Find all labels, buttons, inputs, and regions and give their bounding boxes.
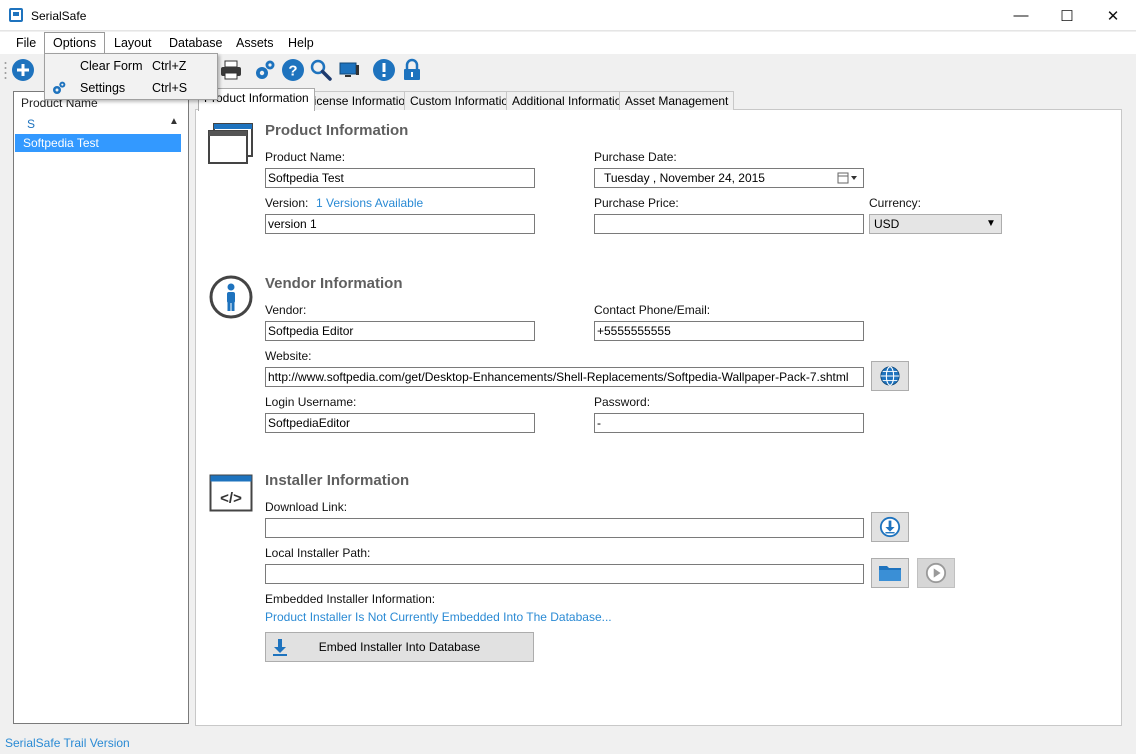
versions-available-link[interactable]: 1 Versions Available: [316, 196, 423, 210]
product-name-label: Product Name:: [265, 150, 346, 164]
minimize-button[interactable]: —: [998, 0, 1044, 31]
contact-field[interactable]: +5555555555: [594, 321, 864, 341]
embed-installer-label: Embed Installer Into Database: [318, 640, 481, 654]
add-icon[interactable]: [11, 58, 35, 82]
printer-icon[interactable]: [219, 58, 243, 82]
purchase-price-field[interactable]: [594, 214, 864, 234]
embedded-installer-label: Embedded Installer Information:: [265, 592, 436, 606]
title-bar: SerialSafe — ☐ ✕: [0, 0, 1136, 31]
vendor-section-title: Vendor Information: [265, 275, 403, 292]
contact-label: Contact Phone/Email:: [594, 303, 711, 317]
menu-layout[interactable]: Layout: [106, 32, 160, 54]
svg-text:</>: </>: [220, 490, 242, 507]
currency-select[interactable]: USD ▼: [869, 214, 1002, 234]
run-installer-button[interactable]: [917, 558, 955, 588]
website-label: Website:: [265, 349, 312, 363]
login-username-field[interactable]: SoftpediaEditor: [265, 413, 535, 433]
embed-installer-button[interactable]: Embed Installer Into Database: [265, 632, 534, 662]
product-section-title: Product Information: [265, 122, 409, 139]
tab-asset-management[interactable]: Asset Management: [619, 91, 735, 110]
windows-icon: [208, 123, 253, 164]
version-label: Version:: [265, 196, 309, 210]
currency-label: Currency:: [869, 196, 922, 210]
purchase-date-label: Purchase Date:: [594, 150, 677, 164]
login-username-label: Login Username:: [265, 395, 357, 409]
group-header[interactable]: S: [27, 117, 35, 131]
tab-custom-information[interactable]: Custom Information: [404, 91, 521, 110]
menu-options[interactable]: Options: [44, 32, 106, 54]
download-link-label: Download Link:: [265, 500, 348, 514]
installer-section-title: Installer Information: [265, 472, 410, 489]
menu-database[interactable]: Database: [161, 32, 231, 54]
product-list[interactable]: Product Name S ▲ Softpedia Test: [13, 91, 189, 724]
status-bar: [0, 731, 1136, 754]
globe-icon: [880, 366, 900, 386]
svg-text:?: ?: [288, 63, 297, 80]
search-icon[interactable]: [309, 58, 333, 82]
download-icon: [879, 516, 901, 538]
toolbar-grip: [4, 62, 7, 79]
menu-item-settings[interactable]: Settings Ctrl+S: [45, 77, 217, 99]
version-field[interactable]: version 1: [265, 214, 535, 234]
product-name-field[interactable]: Softpedia Test: [265, 168, 535, 188]
gears-icon[interactable]: [253, 58, 277, 82]
menu-item-clear-form[interactable]: Clear Form Ctrl+Z: [45, 55, 217, 77]
tab-additional-information[interactable]: Additional Information: [506, 91, 635, 110]
purchase-date-value: Tuesday , November 24, 2015: [604, 171, 765, 185]
close-button[interactable]: ✕: [1090, 0, 1136, 31]
clear-form-shortcut: Ctrl+Z: [152, 59, 187, 73]
download-button[interactable]: [871, 512, 909, 542]
purchase-price-label: Purchase Price:: [594, 196, 679, 210]
menu-assets[interactable]: Assets: [228, 32, 282, 54]
vendor-label: Vendor:: [265, 303, 307, 317]
window-title: SerialSafe: [31, 9, 87, 23]
status-text: SerialSafe Trail Version: [5, 736, 130, 750]
options-dropdown: Clear Form Ctrl+Z Settings Ctrl+S: [44, 53, 218, 100]
play-icon: [925, 562, 947, 584]
purchase-date-picker[interactable]: Tuesday , November 24, 2015: [594, 168, 864, 188]
settings-label: Settings: [80, 81, 126, 95]
tab-license-information[interactable]: License Information: [301, 91, 418, 110]
website-field[interactable]: http://www.softpedia.com/get/Desktop-Enh…: [265, 367, 864, 387]
currency-value: USD: [874, 217, 900, 231]
help-icon[interactable]: ?: [281, 58, 305, 82]
password-field[interactable]: -: [594, 413, 864, 433]
download-link-field[interactable]: [265, 518, 864, 538]
password-label: Password:: [594, 395, 651, 409]
menu-bar: File Options Layout Database Assets Help: [0, 32, 1136, 54]
monitor-icon[interactable]: [337, 58, 361, 82]
gears-icon: [53, 81, 66, 94]
alert-icon[interactable]: [372, 58, 396, 82]
open-website-button[interactable]: [871, 361, 909, 391]
app-icon: [9, 8, 23, 22]
settings-shortcut: Ctrl+S: [152, 81, 188, 95]
folder-icon: [879, 566, 901, 581]
chevron-up-icon[interactable]: ▲: [169, 116, 179, 127]
chevron-down-icon: ▼: [986, 218, 996, 229]
embedded-status-link[interactable]: Product Installer Is Not Currently Embed…: [265, 610, 612, 624]
maximize-button[interactable]: ☐: [1044, 0, 1090, 31]
vendor-field[interactable]: Softpedia Editor: [265, 321, 535, 341]
person-icon: [209, 275, 253, 319]
list-item[interactable]: Softpedia Test: [15, 134, 181, 152]
local-installer-label: Local Installer Path:: [265, 546, 371, 560]
code-window-icon: </>: [209, 474, 253, 512]
menu-help[interactable]: Help: [280, 32, 322, 54]
local-installer-field[interactable]: [265, 564, 864, 584]
menu-file[interactable]: File: [8, 32, 44, 54]
calendar-dropdown-icon[interactable]: [837, 172, 859, 184]
lock-icon[interactable]: [400, 58, 424, 82]
browse-folder-button[interactable]: [871, 558, 909, 588]
clear-form-label: Clear Form: [80, 59, 143, 73]
